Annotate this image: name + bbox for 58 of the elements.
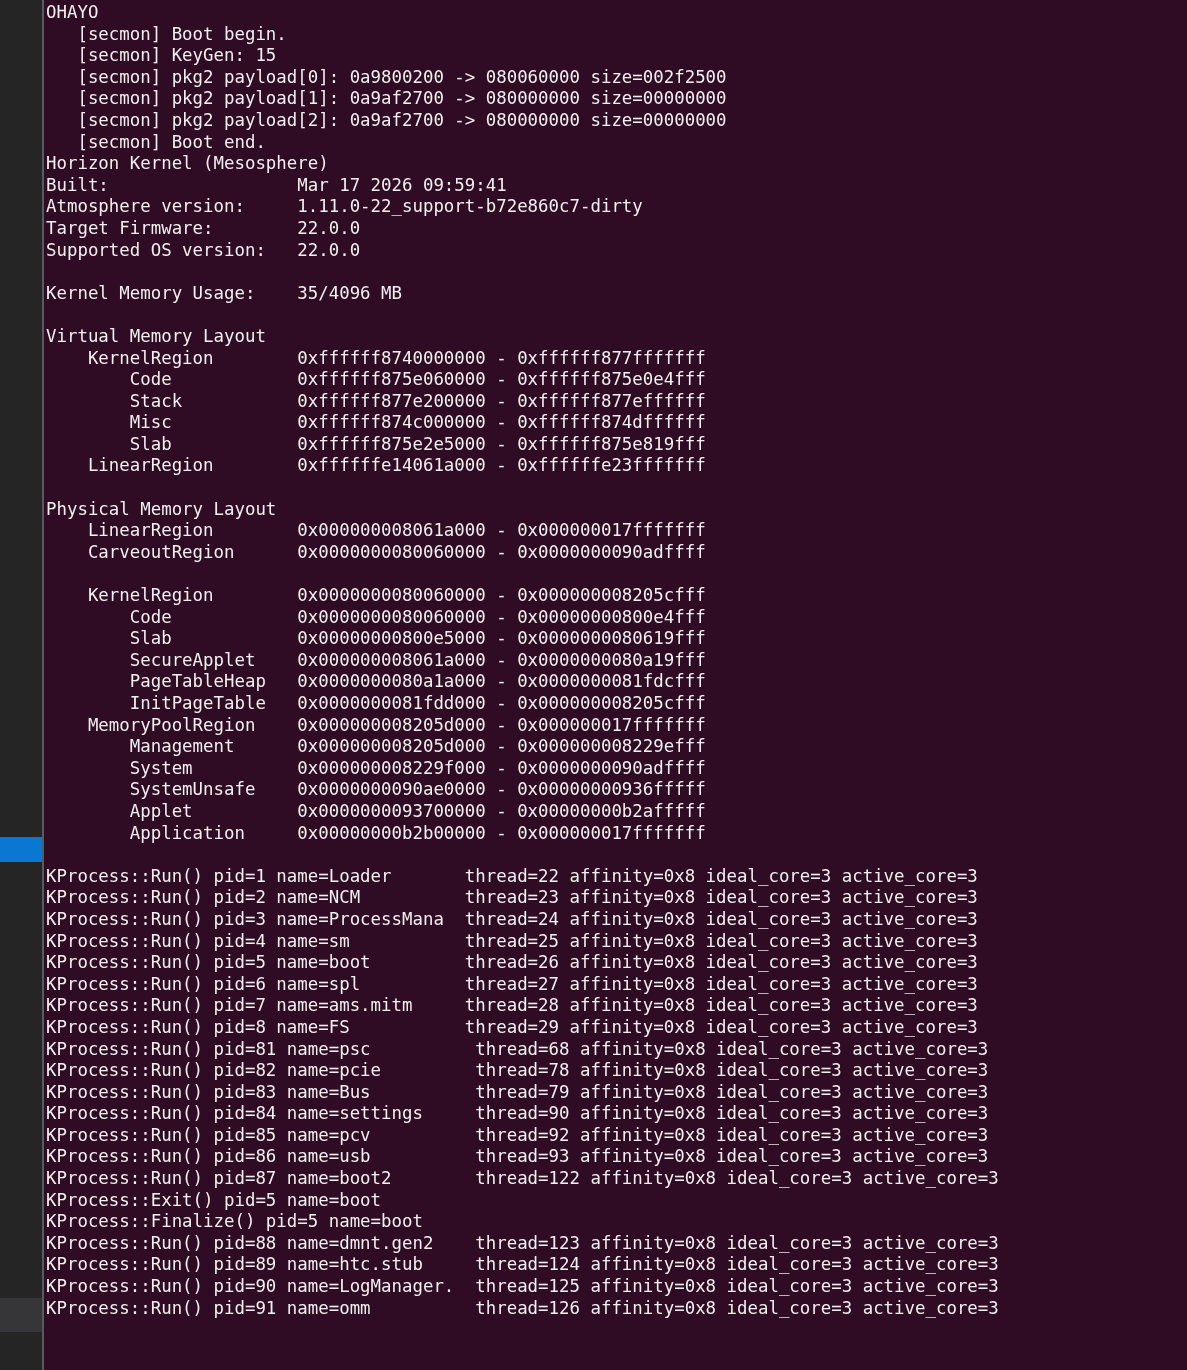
log-line: KernelRegion 0xffffff8740000000 - 0xffffff877fffffff (86, 347, 707, 370)
log-line: [secmon] pkg2 payload[1]: 0a9af2700 -> 080000000 size=00000000 (76, 88, 728, 110)
log-line: KProcess::Exit() pid=5 name=boot (46, 1189, 383, 1212)
log-line: System 0x000000008229f000 - 0x0000000090adffff (128, 757, 707, 780)
hovered-item-highlight[interactable] (0, 1298, 42, 1332)
log-line: KProcess::Run() pid=86 name=usb thread=93 affinity=0x8 ideal_core=3 active_core=3 (46, 1146, 990, 1169)
log-line: KProcess::Run() pid=7 name=ams.mitm thread=28 affinity=0x8 ideal_core=3 active_core=3 (46, 995, 979, 1017)
log-line: KProcess::Run() pid=87 name=boot2 thread=122 affinity=0x8 ideal_core=3 active_core=3 (46, 1168, 1000, 1190)
log-line: KProcess::Run() pid=85 name=pcv thread=92 affinity=0x8 ideal_core=3 active_core=3 (46, 1124, 990, 1147)
log-line: MemoryPoolRegion 0x000000008205d000 - 0x000000017fffffff (86, 714, 707, 737)
log-line: Horizon Kernel (Mesosphere) (46, 153, 330, 175)
log-line: Built: Mar 17 2026 09:59:41 (46, 174, 508, 197)
log-line: Application 0x00000000b2b00000 - 0x000000017fffffff (128, 822, 707, 845)
log-line: Management 0x000000008205d000 - 0x000000008229efff (128, 736, 707, 758)
log-line: KProcess::Run() pid=6 name=spl thread=27 affinity=0x8 ideal_core=3 active_core=3 (46, 973, 979, 996)
log-line: KProcess::Run() pid=88 name=dmnt.gen2 thread=123 affinity=0x8 ideal_core=3 active_core=3 (46, 1232, 1000, 1255)
log-line: KProcess::Finalize() pid=5 name=boot (46, 1211, 424, 1233)
log-line: KernelRegion 0x0000000080060000 - 0x000000008205cfff (86, 585, 707, 607)
log-line: Stack 0xffffff877e200000 - 0xffffff877effffff (128, 390, 707, 413)
log-line: PageTableHeap 0x0000000080a1a000 - 0x0000000081fdcfff (128, 671, 707, 693)
log-line: SystemUnsafe 0x0000000090ae0000 - 0x00000000936fffff (128, 779, 707, 801)
log-line: Physical Memory Layout (46, 498, 278, 521)
log-line: Misc 0xffffff874c000000 - 0xffffff874dffffff (128, 412, 707, 434)
log-line: KProcess::Run() pid=89 name=htc.stub thread=124 affinity=0x8 ideal_core=3 active_core=3 (46, 1254, 1000, 1277)
log-line: [secmon] pkg2 payload[2]: 0a9af2700 -> 080000000 size=00000000 (76, 109, 728, 132)
log-line: LinearRegion 0xffffffe14061a000 - 0xffffffe23fffffff (86, 455, 707, 478)
log-line: KProcess::Run() pid=8 name=FS thread=29 affinity=0x8 ideal_core=3 active_core=3 (46, 1016, 979, 1039)
log-line: KProcess::Run() pid=91 name=omm thread=126 affinity=0x8 ideal_core=3 active_core=3 (46, 1297, 1000, 1320)
log-line: Atmosphere version: 1.11.0-22_support-b72e860c7-dirty (46, 196, 644, 218)
selected-item-highlight[interactable] (0, 837, 42, 862)
log-line: LinearRegion 0x000000008061a000 - 0x000000017fffffff (86, 520, 707, 542)
log-line: Slab 0x00000000800e5000 - 0x0000000080619fff (128, 628, 707, 650)
log-line: Kernel Memory Usage: 35/4096 MB (46, 282, 403, 305)
log-line: Virtual Memory Layout (46, 325, 267, 348)
log-line: [secmon] Boot end. (76, 131, 267, 154)
log-line: KProcess::Run() pid=81 name=psc thread=68 affinity=0x8 ideal_core=3 active_core=3 (46, 1038, 990, 1061)
log-line: [secmon] pkg2 payload[0]: 0a9800200 -> 080060000 size=002f2500 (76, 66, 728, 89)
log-line: KProcess::Run() pid=2 name=NCM thread=23 affinity=0x8 ideal_core=3 active_core=3 (46, 887, 979, 909)
log-line: Slab 0xffffff875e2e5000 - 0xffffff875e819fff (128, 433, 707, 456)
log-line: Code 0x0000000080060000 - 0x00000000800e4fff (128, 606, 707, 629)
log-line: InitPageTable 0x0000000081fdd000 - 0x000000008205cfff (128, 693, 707, 715)
log-line: KProcess::Run() pid=3 name=ProcessMana thread=24 affinity=0x8 ideal_core=3 active_core=3 (46, 908, 979, 931)
log-line: KProcess::Run() pid=83 name=Bus thread=79 affinity=0x8 ideal_core=3 active_core=3 (46, 1081, 990, 1104)
log-line: [secmon] KeyGen: 15 (76, 45, 278, 67)
log-line: KProcess::Run() pid=4 name=sm thread=25 affinity=0x8 ideal_core=3 active_core=3 (46, 930, 979, 953)
log-line: SecureApplet 0x000000008061a000 - 0x0000000080a19fff (128, 649, 707, 672)
log-line: OHAYO (46, 2, 100, 24)
log-line: [secmon] Boot begin. (76, 23, 288, 46)
log-line: KProcess::Run() pid=84 name=settings thread=90 affinity=0x8 ideal_core=3 active_core=3 (46, 1103, 990, 1125)
log-line: Code 0xffffff875e060000 - 0xffffff875e0e4fff (128, 369, 707, 391)
log-line: KProcess::Run() pid=1 name=Loader thread=22 affinity=0x8 ideal_core=3 active_core=3 (46, 865, 979, 888)
log-line: Applet 0x0000000093700000 - 0x00000000b2afffff (128, 800, 707, 823)
log-line: KProcess::Run() pid=90 name=LogManager. thread=125 affinity=0x8 ideal_core=3 active_core=3 (46, 1276, 1000, 1298)
log-line: CarveoutRegion 0x0000000080060000 - 0x0000000090adffff (86, 541, 707, 564)
log-line: Supported OS version: 22.0.0 (46, 239, 362, 262)
log-line: KProcess::Run() pid=82 name=pcie thread=78 affinity=0x8 ideal_core=3 active_core=3 (46, 1060, 990, 1082)
log-line: KProcess::Run() pid=5 name=boot thread=26 affinity=0x8 ideal_core=3 active_core=3 (46, 952, 979, 974)
log-line: Target Firmware: 22.0.0 (46, 217, 362, 240)
